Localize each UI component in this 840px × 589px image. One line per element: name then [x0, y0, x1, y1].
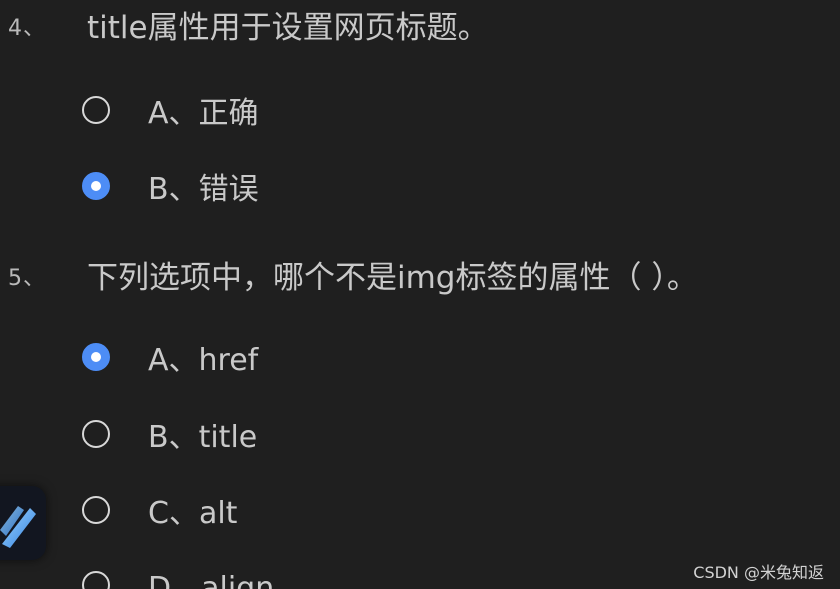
- radio-checked-icon[interactable]: [82, 343, 110, 371]
- question-number: 5、: [8, 266, 46, 291]
- question-text: 下列选项中，哪个不是img标签的属性（ ）。: [87, 260, 698, 296]
- feather-glyph-icon: [0, 506, 36, 548]
- option-a-correct[interactable]: A、正确: [82, 93, 259, 131]
- option-label: B、错误: [148, 172, 259, 207]
- option-c-alt[interactable]: C、alt: [82, 493, 237, 531]
- option-label: A、正确: [148, 96, 259, 131]
- option-b-title[interactable]: B、title: [82, 417, 257, 455]
- option-label: B、title: [148, 420, 258, 455]
- option-b-wrong[interactable]: B、错误: [82, 169, 259, 207]
- radio-unchecked-icon[interactable]: [82, 496, 110, 524]
- radio-unchecked-icon[interactable]: [82, 571, 110, 589]
- option-a-href[interactable]: A、href: [82, 340, 258, 378]
- question-number: 4、: [8, 16, 46, 41]
- radio-checked-icon[interactable]: [82, 172, 110, 200]
- question-text: title属性用于设置网页标题。: [87, 10, 489, 46]
- option-label: D、align: [148, 571, 275, 589]
- radio-unchecked-icon[interactable]: [82, 420, 110, 448]
- option-label: A、href: [148, 343, 259, 378]
- option-label: C、alt: [148, 496, 238, 531]
- watermark: CSDN @米兔知返: [693, 563, 824, 582]
- option-d-align[interactable]: D、align: [82, 568, 274, 589]
- feather-app-icon[interactable]: [0, 486, 46, 560]
- radio-unchecked-icon[interactable]: [82, 96, 110, 124]
